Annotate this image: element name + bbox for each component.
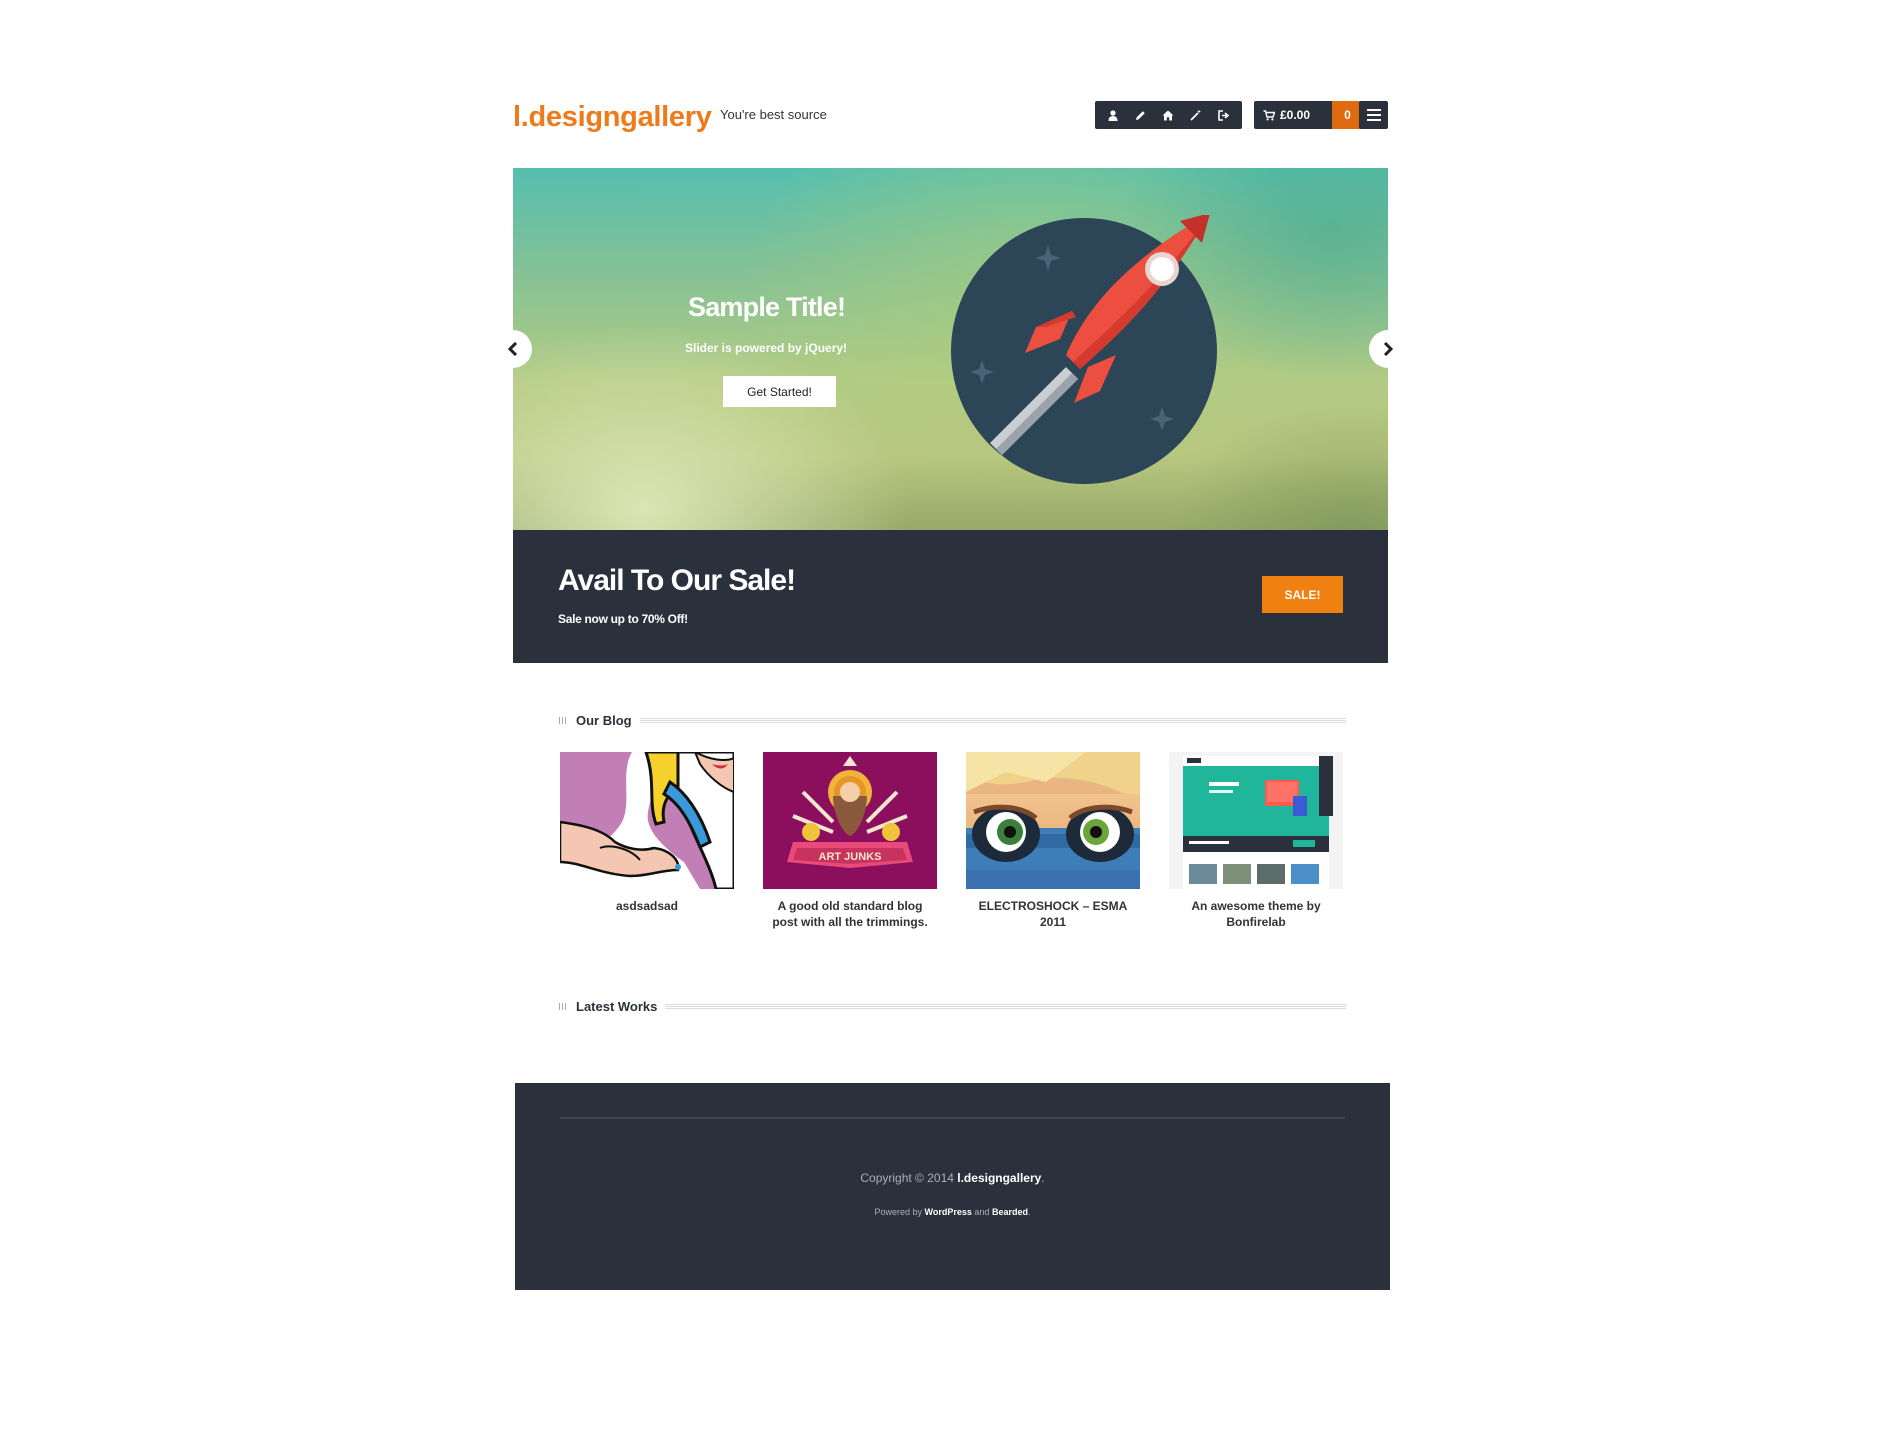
post-title[interactable]: asdsadsad xyxy=(560,898,734,914)
svg-text:ART JUNKS: ART JUNKS xyxy=(819,851,882,863)
slider-prev-button[interactable] xyxy=(494,330,532,368)
sale-subtitle: Sale now up to 70% Off! xyxy=(558,612,688,626)
blog-post[interactable]: An awesome theme by Bonfirelab xyxy=(1169,752,1343,930)
post-title[interactable]: A good old standard blog post with all t… xyxy=(763,898,937,930)
site-tagline: You're best source xyxy=(720,107,827,122)
works-heading: Latest Works xyxy=(576,998,658,1014)
copyright-brand-link[interactable]: l.designgallery xyxy=(957,1171,1041,1185)
powered-by-text: Powered by WordPress and Bearded. xyxy=(515,1207,1390,1217)
footer-divider xyxy=(560,1117,1345,1119)
get-started-button[interactable]: Get Started! xyxy=(723,376,836,407)
heading-divider xyxy=(665,1003,1346,1009)
cart-amount: £0.00 xyxy=(1280,108,1311,122)
slider-next-button[interactable] xyxy=(1369,330,1407,368)
blog-post[interactable]: asdsadsad xyxy=(560,752,734,914)
blog-heading: Our Blog xyxy=(576,712,632,728)
hamburger-icon xyxy=(1366,109,1381,111)
hero-slider: Sample Title! Slider is powered by jQuer… xyxy=(513,168,1388,530)
copyright-text: Copyright © 2014 l.designgallery. xyxy=(515,1171,1390,1185)
cart-widget[interactable]: £0.00 0 xyxy=(1254,101,1363,129)
powered-prefix: Powered by xyxy=(874,1207,923,1217)
sale-title: Avail To Our Sale! xyxy=(558,564,796,597)
heading-divider xyxy=(639,717,1346,723)
user-toolbar xyxy=(1095,101,1242,129)
post-title[interactable]: An awesome theme by Bonfirelab xyxy=(1169,898,1343,930)
slide-subtitle: Slider is powered by jQuery! xyxy=(685,341,848,355)
heading-dots-icon xyxy=(559,1002,567,1010)
post-thumbnail-pop-art[interactable] xyxy=(560,752,734,889)
sale-button[interactable]: SALE! xyxy=(1262,576,1343,613)
heading-dots-icon xyxy=(559,716,567,724)
logout-icon[interactable] xyxy=(1213,104,1235,126)
bearded-link[interactable]: Bearded xyxy=(992,1207,1028,1217)
chevron-right-icon xyxy=(1383,342,1394,356)
cart-total[interactable]: £0.00 xyxy=(1254,101,1332,129)
powered-and: and xyxy=(974,1207,990,1217)
post-title[interactable]: ELECTROSHOCK – ESMA 2011 xyxy=(966,898,1140,930)
site-logo[interactable]: l.designgallery xyxy=(513,101,712,134)
copyright-prefix: Copyright © 2014 xyxy=(860,1171,954,1185)
cart-icon xyxy=(1263,109,1275,120)
user-icon[interactable] xyxy=(1102,104,1124,126)
page: l.designgallery You're best source £0.00… xyxy=(0,0,1897,1440)
slide-title: Sample Title! xyxy=(688,292,846,322)
post-thumbnail-art-junks[interactable]: ART JUNKS xyxy=(763,752,937,889)
post-thumbnail-electroshock[interactable] xyxy=(966,752,1140,889)
works-section-heading: Latest Works xyxy=(559,997,1346,1015)
pencil-icon[interactable] xyxy=(1130,104,1152,126)
sale-banner: Avail To Our Sale! Sale now up to 70% Of… xyxy=(513,530,1388,663)
post-thumbnail-theme[interactable] xyxy=(1169,752,1343,889)
blog-post[interactable]: ART JUNKS A good old standard blog post … xyxy=(763,752,937,930)
blog-post[interactable]: ELECTROSHOCK – ESMA 2011 xyxy=(966,752,1140,930)
copyright-suffix: . xyxy=(1041,1171,1045,1185)
hamburger-menu-button[interactable] xyxy=(1359,101,1388,129)
site-footer: Copyright © 2014 l.designgallery. Powere… xyxy=(515,1083,1390,1290)
chevron-left-icon xyxy=(507,342,518,356)
magic-wand-icon[interactable] xyxy=(1185,104,1207,126)
powered-suffix: . xyxy=(1027,1207,1031,1217)
blog-section-heading: Our Blog xyxy=(559,711,1346,729)
wordpress-link[interactable]: WordPress xyxy=(925,1207,972,1217)
home-icon[interactable] xyxy=(1157,104,1179,126)
rocket-illustration xyxy=(951,215,1217,484)
